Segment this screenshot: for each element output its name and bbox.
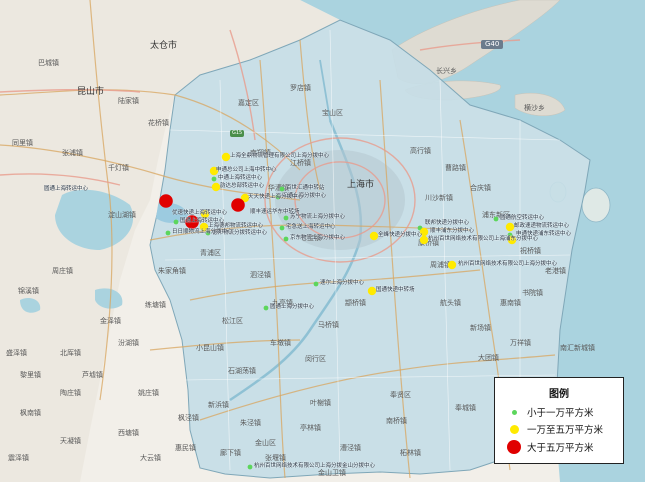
marker-medium[interactable] — [221, 152, 231, 162]
marker-label: 苏宁物流上海分拨中心 — [290, 214, 346, 220]
marker-small[interactable] — [493, 216, 499, 222]
legend: 图例 小于一万平方米 一万至五万平方米 大于五万平方米 — [494, 377, 624, 464]
marker-medium[interactable] — [505, 222, 515, 232]
marker-label: 京东物流上海分拨中心 — [290, 235, 346, 241]
marker-label: 杭州百世网络技术有限公司上海分拨中心 — [458, 261, 558, 267]
marker-label: 圆通上海转运中心 — [44, 186, 89, 192]
marker-label: 日日顺物流上海分拨中心 — [172, 229, 233, 235]
marker-medium[interactable] — [369, 231, 379, 241]
marker-label: 国通快递中转场 — [376, 287, 415, 293]
marker-small[interactable] — [283, 236, 289, 242]
legend-label-small: 小于一万平方米 — [527, 408, 594, 419]
legend-title: 图例 — [549, 389, 569, 400]
marker-label: 上海全鼎物流管理有限公司上海分拨中心 — [230, 153, 330, 159]
marker-label: 邮政速递物流转运中心 — [514, 223, 570, 229]
marker-label: 杭州百世网络技术有限公司上海浦东分拨中心 — [428, 236, 539, 242]
marker-medium[interactable] — [447, 260, 457, 270]
legend-item-medium: 一万至五万平方米 — [505, 422, 603, 436]
marker-label: 天天快递上海分拨中心 — [248, 194, 304, 200]
legend-item-large: 大于五万平方米 — [505, 440, 594, 454]
legend-label-medium: 一万至五万平方米 — [527, 425, 604, 436]
marker-label: 百世汇通中转站 — [286, 185, 325, 191]
marker-medium[interactable] — [211, 182, 221, 192]
marker-label: 杭州百世网络技术有限公司上海分拨金山分拨中心 — [254, 463, 376, 469]
marker-small[interactable] — [313, 281, 319, 287]
marker-label: 中通上海转运中心 — [218, 175, 263, 181]
marker-label: 速尔上海分拨中心 — [320, 280, 365, 286]
legend-symbol-small — [511, 409, 517, 415]
marker-large[interactable] — [159, 194, 173, 208]
marker-label: 申通总公司上海中转中心 — [216, 167, 277, 173]
marker-small[interactable] — [283, 215, 289, 221]
marker-medium[interactable] — [367, 286, 377, 296]
marker-label: 联邦快递分拨中心 — [425, 220, 470, 226]
marker-label: 韵达总部转运中心 — [220, 183, 265, 189]
marker-label: 宅急送上海转运中心 — [286, 224, 336, 230]
marker-label: 圆通航空转运中心 — [500, 215, 545, 221]
legend-label-large: 大于五万平方米 — [527, 443, 594, 454]
marker-label: 优速快递上海转运中心 — [172, 210, 228, 216]
marker-small[interactable] — [247, 464, 253, 470]
marker-small[interactable] — [173, 219, 179, 225]
marker-label: 申通快递浦东转运中心 — [516, 231, 572, 237]
marker-large[interactable] — [231, 198, 245, 212]
marker-label: 顺丰浦东分拨中心 — [430, 228, 475, 234]
legend-item-small: 小于一万平方米 — [505, 405, 594, 419]
marker-small[interactable] — [263, 305, 269, 311]
map-canvas[interactable]: 太仓市 昆山市 上海市 G40 G15 长兴乡 横沙乡 宝山区 嘉定区 青浦区 … — [0, 0, 645, 482]
marker-small[interactable] — [211, 176, 217, 182]
legend-symbol-medium — [509, 424, 519, 434]
marker-small[interactable] — [279, 225, 285, 231]
legend-symbol-large — [507, 440, 521, 454]
marker-small[interactable] — [165, 230, 171, 236]
marker-label: 全峰快递分拨中心 — [378, 232, 423, 238]
marker-small[interactable] — [279, 186, 285, 192]
marker-label: 圆通上海分拨中心 — [270, 304, 315, 310]
